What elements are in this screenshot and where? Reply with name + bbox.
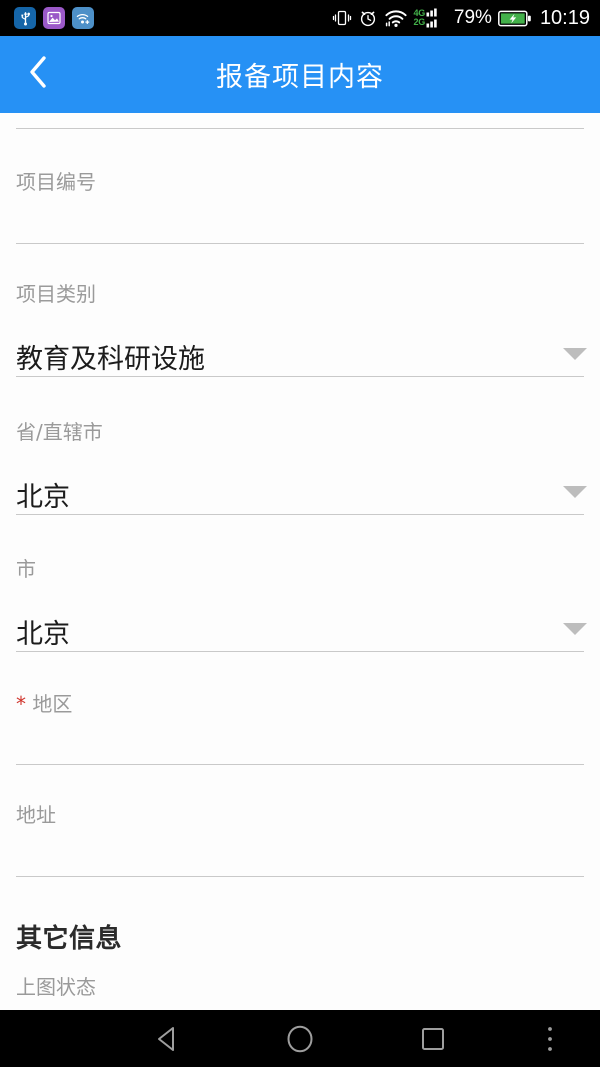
- form-scroll-area[interactable]: 项目编号 项目类别 教育及科研设施 省/直辖市 北京 市 北京 * 地区 地址 …: [0, 113, 600, 1010]
- phone-screen: 4G 2G 79% 10:19 报备项目内容 项目编号 项目类别 教育及科研设施…: [0, 0, 600, 1067]
- status-bar-left-icons: [14, 0, 94, 36]
- divider-district: [16, 764, 584, 765]
- divider-city: [16, 651, 584, 652]
- nav-recents-button[interactable]: [401, 1010, 465, 1067]
- overflow-menu-icon: [546, 1025, 554, 1053]
- alarm-icon: [358, 8, 378, 28]
- divider-address: [16, 876, 584, 877]
- home-circle-icon: [285, 1024, 315, 1054]
- signal-bars-icon: [426, 8, 437, 28]
- field-label-mapping-status: 上图状态: [16, 975, 96, 999]
- network-type-labels: 4G 2G: [413, 9, 426, 27]
- battery-charging-icon: [497, 9, 532, 28]
- status-bar-right-icons: 4G 2G 79% 10:19: [332, 0, 590, 36]
- wifi-icon: [384, 9, 408, 28]
- recents-square-icon: [420, 1026, 446, 1052]
- field-value-province[interactable]: 北京: [16, 475, 70, 514]
- chevron-down-icon-province[interactable]: [563, 486, 587, 498]
- status-bar-clock: 10:19: [539, 6, 590, 29]
- wifi-share-icon: [72, 7, 94, 29]
- required-asterisk: *: [16, 692, 26, 716]
- divider-province: [16, 514, 584, 515]
- section-heading-other-info: 其它信息: [16, 924, 123, 954]
- field-label-address: 地址: [16, 803, 56, 827]
- battery-percent-label: 79%: [453, 7, 492, 28]
- field-label-province: 省/直辖市: [16, 420, 103, 444]
- android-navigation-bar: [0, 1010, 600, 1067]
- nav-overflow-menu-button[interactable]: [523, 1010, 577, 1067]
- field-value-project-category[interactable]: 教育及科研设施: [16, 337, 205, 376]
- network-2g-label: 2G: [413, 17, 426, 27]
- status-bar: 4G 2G 79% 10:19: [0, 0, 600, 36]
- field-value-city[interactable]: 北京: [16, 612, 70, 651]
- back-button[interactable]: [14, 36, 62, 113]
- divider-project-number: [16, 243, 584, 244]
- chevron-down-icon-project-category[interactable]: [563, 348, 587, 360]
- field-label-project-category: 项目类别: [16, 282, 96, 306]
- field-label-district: * 地区: [16, 688, 72, 717]
- screenshot-icon: [43, 7, 65, 29]
- nav-home-button[interactable]: [268, 1010, 332, 1067]
- field-label-city: 市: [16, 557, 36, 581]
- field-label-district-text: 地区: [32, 692, 73, 716]
- page-title: 报备项目内容: [216, 62, 384, 93]
- divider-top: [16, 128, 584, 129]
- vibrate-icon: [332, 8, 352, 28]
- field-label-project-number: 项目编号: [16, 170, 96, 194]
- back-chevron-icon: [26, 53, 50, 96]
- divider-project-category: [16, 376, 584, 377]
- back-triangle-icon: [154, 1025, 180, 1053]
- network-signal-indicator: 4G 2G: [414, 7, 448, 29]
- usb-icon: [14, 7, 36, 29]
- app-header: 报备项目内容: [0, 36, 600, 113]
- chevron-down-icon-city[interactable]: [563, 623, 587, 635]
- nav-back-button[interactable]: [135, 1010, 199, 1067]
